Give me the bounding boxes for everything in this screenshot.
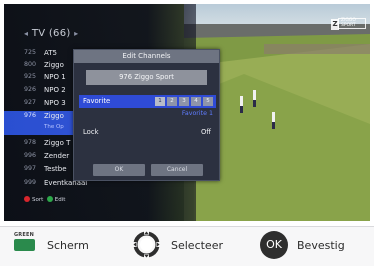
channel-name: NPO 3 [44,99,66,107]
favorite-row[interactable]: Favorite 1 2 3 4 5 [79,95,216,108]
color-key-legend: Sort Edit [24,196,65,203]
dpad-icon [133,231,160,258]
legend-sort-label: Sort [32,197,44,203]
chevron-right-icon[interactable]: ▸ [74,29,78,38]
channel-number: 926 [24,86,37,93]
logo-line2: SPORT [341,22,356,28]
channel-program-subtitle: The Op [44,124,64,130]
favorite-slot-1[interactable]: 1 [155,97,165,106]
edit-channels-dialog: Edit Channels 976 Ziggo Sport Favorite 1… [73,49,220,181]
channel-number: 927 [24,99,37,106]
channel-number: 999 [24,179,37,186]
channel-name: NPO 1 [44,73,66,81]
ok-key-icon: OK [260,231,288,259]
channel-number: 800 [24,61,37,68]
favorite-slot-selector[interactable]: 1 2 3 4 5 [155,97,213,106]
channel-name: Testbe [44,165,67,173]
channel-number: 725 [24,49,37,56]
tv-screen: ◂ TV (66) ▸ 725 AT5 800 Ziggo 925 NPO 1 … [4,4,370,221]
channel-number: 997 [24,165,37,172]
green-key-tag: GREEN [14,232,34,238]
hint-scherm-label: Scherm [47,239,89,252]
legend-edit-label: Edit [54,197,66,203]
channel-name: NPO 2 [44,86,66,94]
green-dot-icon [46,196,53,202]
hint-bevestig-label: Bevestig [297,239,345,252]
remote-hint-bar: GREEN Scherm Selecteer OK Bevestig [0,226,374,266]
channel-number: 978 [24,139,37,146]
cancel-button[interactable]: Cancel [151,164,203,176]
favorite-label: Favorite [83,97,111,105]
channel-number: 976 [24,112,37,119]
channel-list-title-text: TV (66) [31,28,71,39]
channel-logo: Z ZIGGO SPORT [331,18,366,30]
ok-button[interactable]: OK [93,164,145,176]
chevron-left-icon[interactable]: ◂ [24,29,28,38]
channel-name: Zender [44,152,70,160]
lock-label: Lock [83,128,99,136]
ziggo-logo-icon: Z [331,19,339,30]
favorite-slot-5[interactable]: 5 [203,97,213,106]
channel-name: Ziggo [44,112,64,120]
dialog-channel-name: 976 Ziggo Sport [86,70,207,85]
hint-selecteer-label: Selecteer [171,239,223,252]
channel-number: 925 [24,73,37,80]
favorite-slot-4[interactable]: 4 [191,97,201,106]
channel-name: Ziggo T [44,139,71,147]
channel-name: AT5 [44,49,57,57]
green-key-icon [14,239,35,251]
favorite-value: Favorite 1 [181,110,213,117]
channel-number: 996 [24,152,37,159]
favorite-slot-2[interactable]: 2 [167,97,177,106]
channel-list-title[interactable]: ◂ TV (66) ▸ [24,28,78,39]
lock-value[interactable]: Off [201,128,211,136]
favorite-slot-3[interactable]: 3 [179,97,189,106]
channel-name: Ziggo [44,61,64,69]
dialog-title: Edit Channels [74,50,219,63]
red-dot-icon [24,196,30,202]
